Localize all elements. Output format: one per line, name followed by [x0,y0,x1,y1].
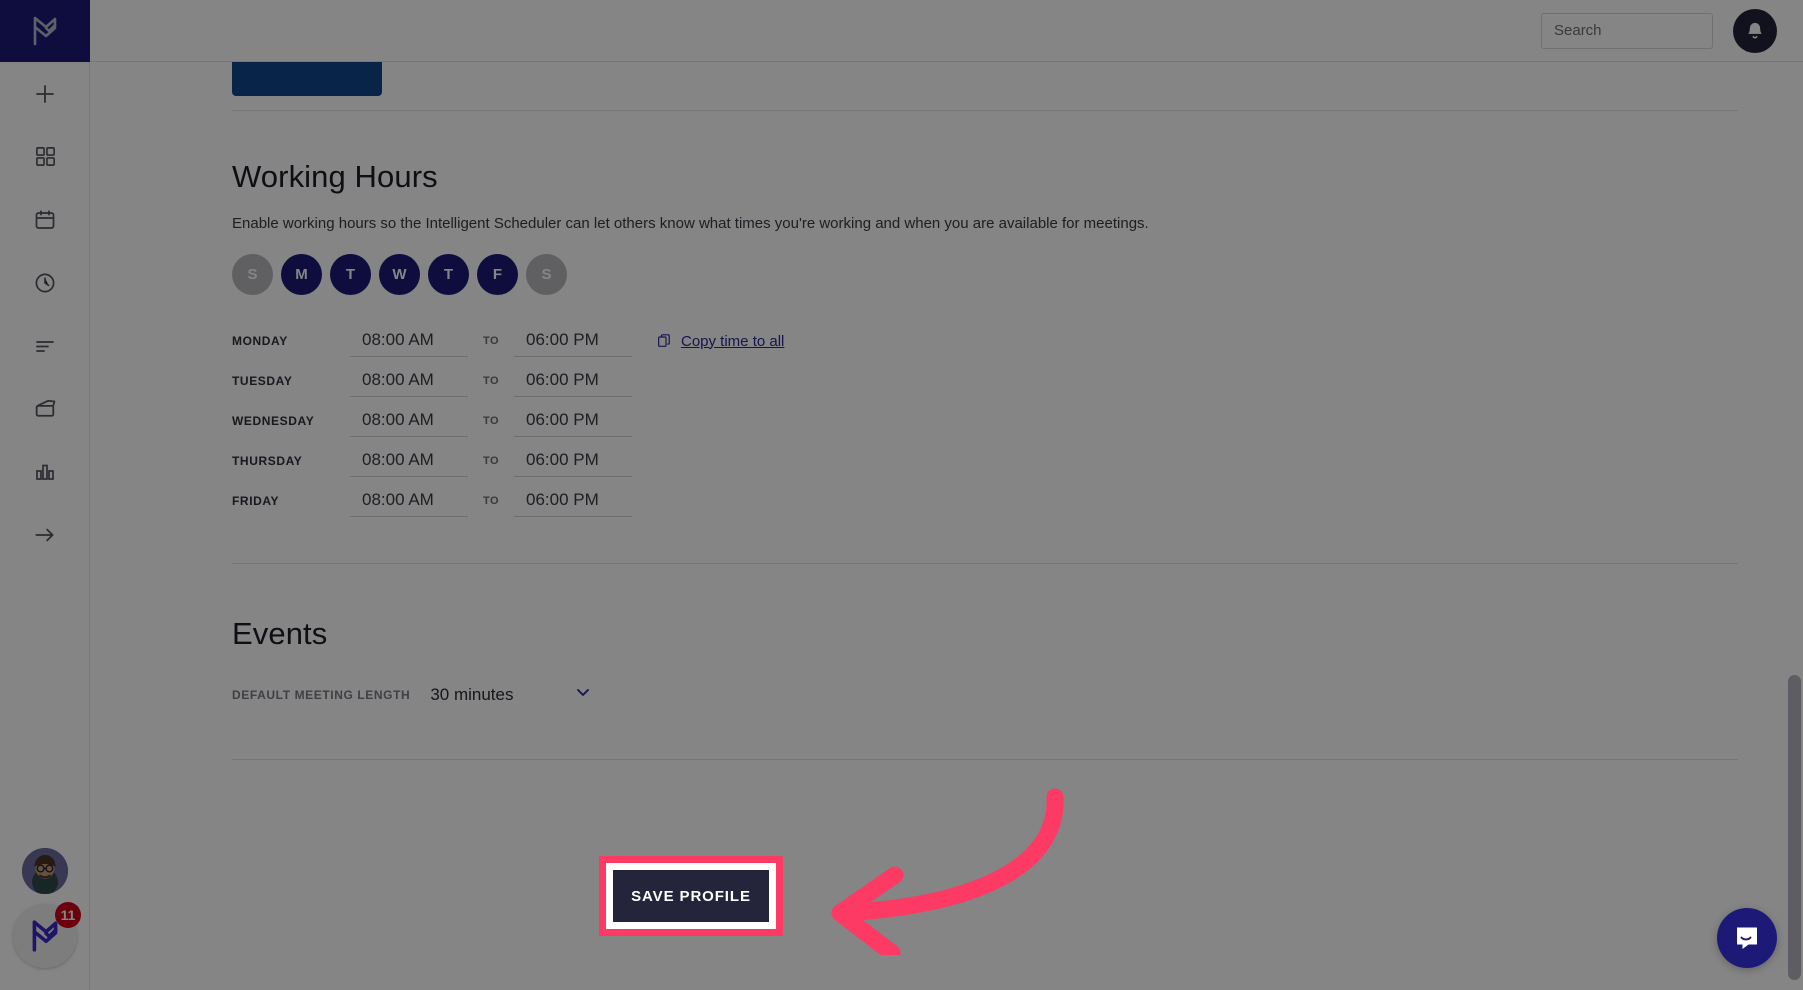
sidebar-item-add[interactable] [0,62,90,125]
divider [232,759,1738,760]
curved-arrow-left-icon [831,788,1064,962]
row-day-label: MONDAY [232,334,288,348]
to-label: TO [483,415,499,427]
default-meeting-length-label: DEFAULT MEETING LENGTH [232,687,411,702]
sidebar-item-apps[interactable] [0,125,90,188]
table-row: THURSDAY TO [232,441,1803,481]
search-box[interactable] [1541,12,1753,49]
copy-time-to-all-label: Copy time to all [681,332,785,350]
search-input[interactable] [1554,22,1753,39]
sidebar-item-calendar[interactable] [0,188,90,251]
top-bar [90,0,1803,62]
to-label: TO [483,495,499,507]
day-toggle-group: S M T W T F S [232,254,1803,295]
row-day-label: FRIDAY [232,494,280,508]
start-time-input-friday[interactable] [350,485,468,517]
annotation-arrow [800,785,1100,962]
day-toggle-thursday[interactable]: T [428,254,469,295]
table-row: TUESDAY TO [232,361,1803,401]
account-avatar[interactable] [22,848,68,894]
start-time-input-thursday[interactable] [350,445,468,477]
working-hours-rows: MONDAY TO Copy time to all TUESDAY [232,321,1803,521]
calendar-icon [35,209,55,229]
highlight-inner: SAVE PROFILE [606,863,776,929]
notification-badge-count: 11 [55,902,81,928]
default-meeting-length-value[interactable]: 30 minutes [430,685,513,705]
day-toggle-saturday[interactable]: S [526,254,567,295]
to-label: TO [483,335,499,347]
save-profile-highlight-wrapper: SAVE PROFILE [599,856,783,936]
copy-icon [658,334,670,347]
day-toggle-sunday[interactable]: S [232,254,273,295]
sidebar-item-analytics[interactable] [0,440,90,503]
events-title: Events [232,616,328,651]
vertical-scrollbar-thumb[interactable] [1788,675,1801,980]
chart-icon [36,464,54,480]
start-time-input-tuesday[interactable] [350,365,468,397]
sidebar-rail: 11 [0,0,90,990]
notifications-button[interactable] [1733,8,1777,53]
start-time-input-wednesday[interactable] [350,405,468,437]
arrow-right-icon [35,528,54,541]
sidebar-bottom: 11 [0,848,90,990]
save-profile-button[interactable]: SAVE PROFILE [613,870,769,922]
row-day-label: THURSDAY [232,454,303,468]
working-hours-section: Working Hours Enable working hours so th… [90,111,1803,521]
app-window: 11 Working Hours Enable working hours so… [0,0,1803,990]
app-logo[interactable] [0,0,90,62]
meetingbird-logo-icon [33,16,57,46]
end-time-input-tuesday[interactable] [514,365,632,397]
list-icon [36,340,54,352]
table-row: FRIDAY TO [232,481,1803,521]
plus-icon [36,84,54,103]
grid-icon [35,147,55,166]
copy-time-to-all-link[interactable]: Copy time to all [656,333,784,350]
to-label: TO [483,455,499,467]
inbox-icon [35,399,55,417]
table-row: MONDAY TO Copy time to all [232,321,1803,361]
row-day-label: TUESDAY [232,374,293,388]
end-time-input-thursday[interactable] [514,445,632,477]
default-meeting-length-row: DEFAULT MEETING LENGTH 30 minutes [232,682,1803,707]
day-toggle-tuesday[interactable]: T [330,254,371,295]
sidebar-item-tasks[interactable] [0,314,90,377]
intercom-launcher[interactable] [1717,908,1777,968]
default-meeting-length-dropdown[interactable] [573,682,593,707]
to-label: TO [483,375,499,387]
chat-bubble-icon [1737,927,1757,949]
end-time-input-monday[interactable] [514,325,632,357]
day-toggle-monday[interactable]: M [281,254,322,295]
sidebar-item-expand[interactable] [0,503,90,566]
working-hours-description: Enable working hours so the Intelligent … [232,215,1149,232]
chevron-down-icon [577,689,590,696]
sidebar-item-inbox[interactable] [0,377,90,440]
end-time-input-wednesday[interactable] [514,405,632,437]
highlight-outline: SAVE PROFILE [599,856,783,936]
bell-icon [1748,22,1762,38]
end-time-input-friday[interactable] [514,485,632,517]
day-toggle-friday[interactable]: F [477,254,518,295]
primary-action-button-partial[interactable] [232,62,382,96]
start-time-input-monday[interactable] [350,325,468,357]
day-toggle-wednesday[interactable]: W [379,254,420,295]
clock-icon [35,273,55,292]
working-hours-title: Working Hours [232,159,438,194]
row-day-label: WEDNESDAY [232,414,315,428]
events-section: Events DEFAULT MEETING LENGTH 30 minutes [90,564,1803,707]
help-launcher[interactable]: 11 [13,902,81,968]
sidebar-item-scheduler[interactable] [0,251,90,314]
user-avatar [22,848,68,894]
table-row: WEDNESDAY TO [232,401,1803,441]
